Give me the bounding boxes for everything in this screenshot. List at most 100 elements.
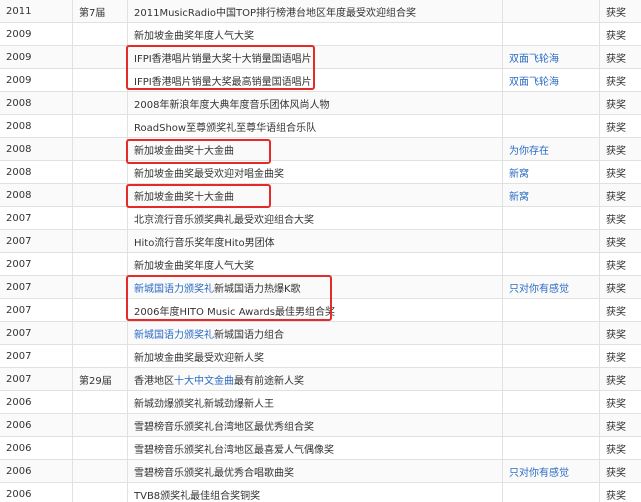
award-text: 2008年新浪年度大典年度音乐团体风尚人物	[134, 99, 330, 111]
session-cell	[72, 275, 128, 299]
year-cell: 2006	[0, 482, 73, 502]
result-cell: 获奖	[599, 367, 641, 391]
work-cell[interactable]: 新窝	[502, 183, 600, 207]
award-text-rest: 新城国语力热爆K歌	[214, 283, 301, 295]
session-cell	[72, 206, 128, 230]
award-row: 2011 第7届 2011MusicRadio中国TOP排行榜港台地区年度最受欢迎组…	[0, 0, 641, 23]
work-cell[interactable]: 双面飞轮海	[502, 68, 600, 92]
award-text: 雪碧榜音乐颁奖礼台湾地区最喜爱人气偶像奖	[134, 444, 334, 456]
awards-table: 2011 第7届 2011MusicRadio中国TOP排行榜港台地区年度最受欢迎组…	[0, 0, 641, 502]
work-cell[interactable]: 双面飞轮海	[502, 45, 600, 69]
award-text: IFPI香港唱片销量大奖最高销量国语唱片	[134, 76, 312, 88]
result-cell: 获奖	[599, 436, 641, 460]
award-text: TVB8颁奖礼最佳组合奖铜奖	[134, 490, 261, 502]
award-row: 2008 2008年新浪年度大典年度音乐团体风尚人物 获奖	[0, 91, 641, 115]
award-row: 2007 新加坡金曲奖最受欢迎新人奖 获奖	[0, 344, 641, 368]
award-row: 2007 北京流行音乐颁奖典礼最受欢迎组合大奖 获奖	[0, 206, 641, 230]
award-name-cell: 2008年新浪年度大典年度音乐团体风尚人物	[127, 91, 503, 115]
award-link[interactable]: 新城国语力颁奖礼	[134, 284, 214, 295]
year-cell: 2007	[0, 252, 73, 276]
award-text-rest: 最有前途新人奖	[234, 375, 304, 387]
session-cell	[72, 45, 128, 69]
session-cell	[72, 183, 128, 207]
award-name-cell: RoadShow至尊颁奖礼至尊华语组合乐队	[127, 114, 503, 138]
year-cell: 2007	[0, 298, 73, 322]
award-row: 2009 IFPI香港唱片销量大奖最高销量国语唱片 双面飞轮海 获奖	[0, 68, 641, 92]
work-cell	[502, 22, 600, 46]
award-text: 雪碧榜音乐颁奖礼最优秀合唱歌曲奖	[134, 467, 294, 479]
year-cell: 2008	[0, 160, 73, 184]
year-cell: 2009	[0, 68, 73, 92]
award-row: 2009 新加坡金曲奖年度人气大奖 获奖	[0, 22, 641, 46]
award-row: 2006 TVB8颁奖礼最佳组合奖铜奖 获奖	[0, 482, 641, 502]
award-row: 2008 新加坡金曲奖十大金曲 新窝 获奖	[0, 183, 641, 207]
session-cell	[72, 482, 128, 502]
year-cell: 2007	[0, 321, 73, 345]
award-row: 2007 第29届 香港地区十大中文金曲最有前途新人奖 获奖	[0, 367, 641, 391]
work-cell[interactable]: 新窝	[502, 160, 600, 184]
award-name-cell: 雪碧榜音乐颁奖礼台湾地区最优秀组合奖	[127, 413, 503, 437]
session-cell	[72, 22, 128, 46]
year-cell: 2011	[0, 0, 73, 23]
year-cell: 2009	[0, 45, 73, 69]
award-name-cell: 新加坡金曲奖十大金曲	[127, 137, 503, 161]
result-cell: 获奖	[599, 137, 641, 161]
session-cell	[72, 413, 128, 437]
work-cell	[502, 344, 600, 368]
result-cell: 获奖	[599, 0, 641, 23]
year-cell: 2006	[0, 436, 73, 460]
work-cell[interactable]: 只对你有感觉	[502, 459, 600, 483]
award-name-cell: 新城劲爆颁奖礼新城劲爆新人王	[127, 390, 503, 414]
work-cell	[502, 0, 600, 23]
work-cell	[502, 229, 600, 253]
result-cell: 获奖	[599, 22, 641, 46]
work-cell[interactable]: 只对你有感觉	[502, 275, 600, 299]
year-cell: 2009	[0, 22, 73, 46]
award-text: Hito流行音乐奖年度Hito男团体	[134, 237, 275, 249]
award-row: 2009 IFPI香港唱片销量大奖十大销量国语唱片 双面飞轮海 获奖	[0, 45, 641, 69]
award-text: 2011MusicRadio中国TOP排行榜港台地区年度最受欢迎组合奖	[134, 7, 417, 19]
result-cell: 获奖	[599, 229, 641, 253]
session-cell: 第29届	[72, 367, 128, 391]
result-cell: 获奖	[599, 482, 641, 502]
session-cell	[72, 91, 128, 115]
award-name-cell: 新加坡金曲奖十大金曲	[127, 183, 503, 207]
work-cell	[502, 252, 600, 276]
result-cell: 获奖	[599, 206, 641, 230]
year-cell: 2008	[0, 91, 73, 115]
year-cell: 2007	[0, 229, 73, 253]
work-cell	[502, 413, 600, 437]
award-row: 2008 新加坡金曲奖最受欢迎对唱金曲奖 新窝 获奖	[0, 160, 641, 184]
work-cell	[502, 436, 600, 460]
award-text-rest: 新城国语力组合	[214, 329, 284, 341]
award-text: 香港地区	[134, 375, 174, 387]
session-cell	[72, 229, 128, 253]
session-cell	[72, 390, 128, 414]
award-name-cell: 新加坡金曲奖年度人气大奖	[127, 22, 503, 46]
work-cell	[502, 321, 600, 345]
award-text: 2006年度HITO Music Awards最佳男组合奖	[134, 306, 335, 318]
award-text: 北京流行音乐颁奖典礼最受欢迎组合大奖	[134, 214, 314, 226]
award-link[interactable]: 十大中文金曲	[174, 376, 234, 387]
award-name-cell: 新加坡金曲奖年度人气大奖	[127, 252, 503, 276]
session-cell	[72, 68, 128, 92]
award-link[interactable]: 新城国语力颁奖礼	[134, 330, 214, 341]
work-cell	[502, 367, 600, 391]
work-cell	[502, 91, 600, 115]
award-name-cell: 雪碧榜音乐颁奖礼台湾地区最喜爱人气偶像奖	[127, 436, 503, 460]
award-row: 2007 新城国语力颁奖礼新城国语力组合 获奖	[0, 321, 641, 345]
session-cell	[72, 436, 128, 460]
result-cell: 获奖	[599, 114, 641, 138]
work-cell[interactable]: 为你存在	[502, 137, 600, 161]
award-text: 新城劲爆颁奖礼新城劲爆新人王	[134, 398, 274, 410]
result-cell: 获奖	[599, 298, 641, 322]
session-cell	[72, 160, 128, 184]
session-cell	[72, 344, 128, 368]
work-cell	[502, 114, 600, 138]
result-cell: 获奖	[599, 413, 641, 437]
award-text: 新加坡金曲奖十大金曲	[134, 191, 234, 203]
award-row: 2006 雪碧榜音乐颁奖礼台湾地区最喜爱人气偶像奖 获奖	[0, 436, 641, 460]
award-row: 2007 Hito流行音乐奖年度Hito男团体 获奖	[0, 229, 641, 253]
award-name-cell: 2006年度HITO Music Awards最佳男组合奖	[127, 298, 503, 322]
award-row: 2007 新加坡金曲奖年度人气大奖 获奖	[0, 252, 641, 276]
